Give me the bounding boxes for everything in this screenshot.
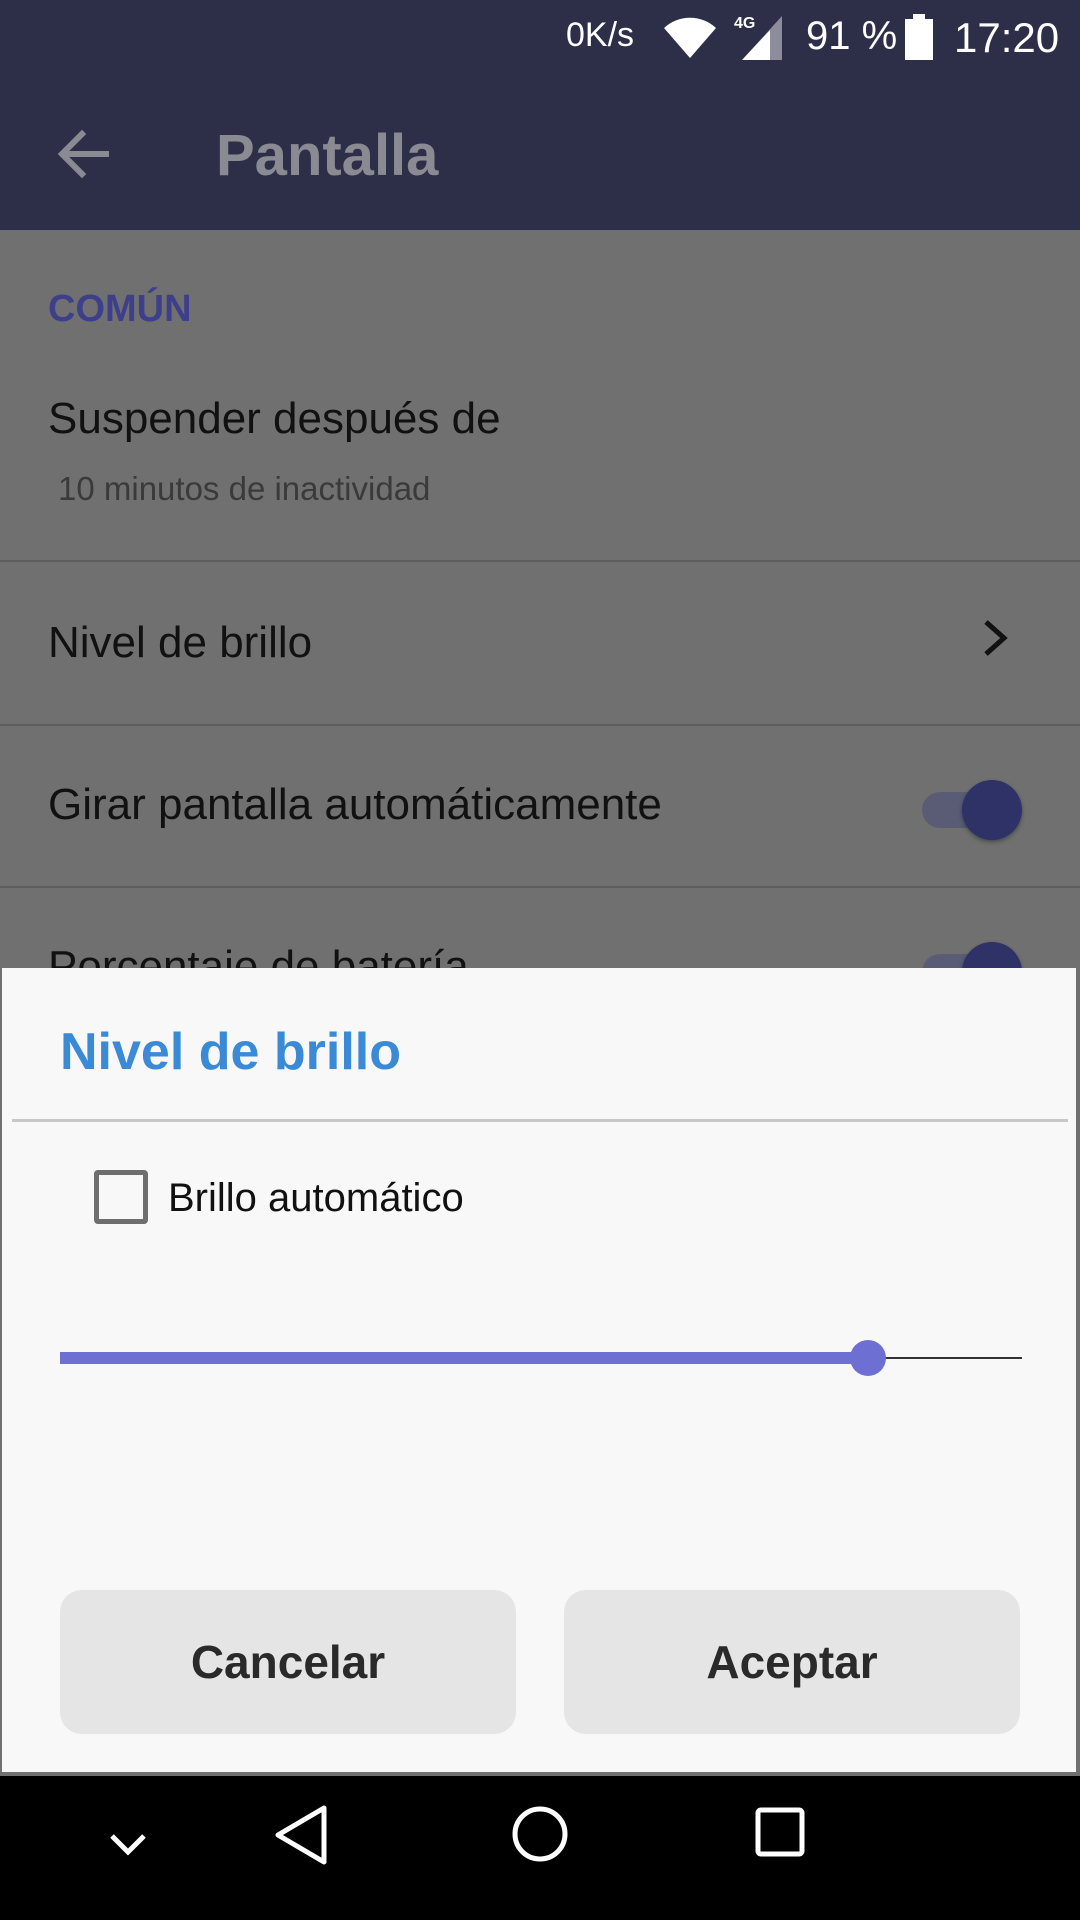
cell-4g-icon: 4G <box>734 15 782 60</box>
setting-subtitle: 10 minutos de inactividad <box>58 470 431 507</box>
accept-button[interactable]: Aceptar <box>564 1590 1020 1734</box>
app-bar: Pantalla <box>0 78 1080 230</box>
auto-brightness-label[interactable]: Brillo automático <box>168 1176 464 1221</box>
slider-fill <box>60 1352 869 1364</box>
page-title: Pantalla <box>216 123 439 188</box>
divider <box>0 724 1080 726</box>
brightness-dialog: Nivel de brillo Brillo automático Cancel… <box>2 968 1076 1772</box>
wifi-icon <box>664 17 716 58</box>
auto-brightness-checkbox[interactable] <box>94 1170 148 1224</box>
svg-text:4G: 4G <box>734 15 755 32</box>
section-header: COMÚN <box>48 288 192 330</box>
setting-title: Girar pantalla automáticamente <box>48 780 662 829</box>
chevron-right-icon <box>984 620 1008 656</box>
divider <box>0 560 1080 562</box>
recents-square-icon[interactable] <box>754 1806 806 1858</box>
autorotate-toggle[interactable] <box>916 772 1026 842</box>
setting-title: Suspender después de <box>48 394 501 443</box>
battery-percent: 91 % <box>806 14 898 58</box>
toggle-knob <box>962 780 1022 840</box>
cancel-button[interactable]: Cancelar <box>60 1590 516 1734</box>
arrow-left-icon[interactable] <box>54 124 114 184</box>
back-triangle-icon[interactable] <box>272 1804 330 1866</box>
navigation-bar <box>0 1776 1080 1920</box>
chevron-down-icon[interactable] <box>108 1830 148 1860</box>
status-bar: 0K/s 4G 91 % 17:20 <box>0 0 1080 78</box>
dialog-divider <box>12 1119 1068 1122</box>
slider-thumb[interactable] <box>850 1340 887 1376</box>
setting-title: Nivel de brillo <box>48 618 313 667</box>
network-speed: 0K/s <box>566 16 635 54</box>
dialog-title: Nivel de brillo <box>60 1023 401 1081</box>
brightness-slider[interactable] <box>60 1328 1022 1388</box>
home-circle-icon[interactable] <box>510 1804 570 1864</box>
divider <box>0 886 1080 888</box>
battery-icon <box>905 14 933 60</box>
clock: 17:20 <box>954 14 1060 61</box>
